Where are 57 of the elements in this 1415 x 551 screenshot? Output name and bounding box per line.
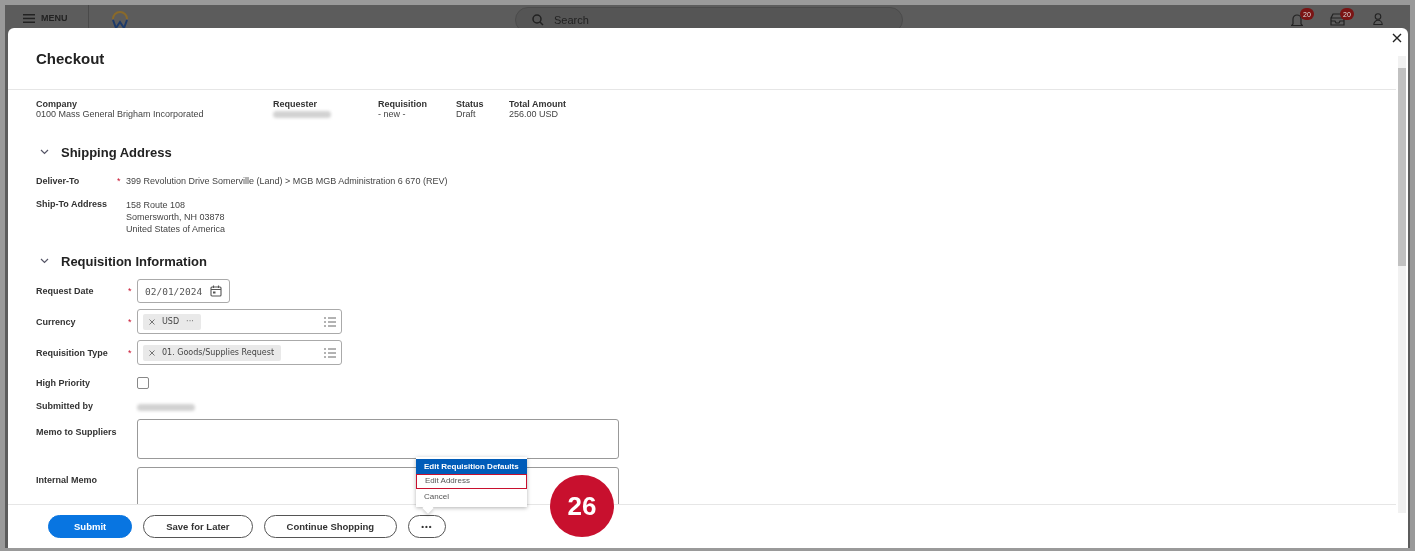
field-label: Submitted by xyxy=(36,401,94,411)
menu-item[interactable]: Edit Requisition Defaults xyxy=(416,459,527,474)
selected-tag[interactable]: USD ··· xyxy=(143,313,201,330)
scrollbar[interactable] xyxy=(1398,56,1406,513)
more-button[interactable]: ••• xyxy=(408,515,446,538)
bell-icon[interactable] xyxy=(1291,13,1303,27)
scroll-thumb[interactable] xyxy=(1398,68,1406,266)
field-label: High Priority xyxy=(36,378,91,388)
summary-label: Requester xyxy=(273,99,318,109)
section-title: Shipping Address xyxy=(61,144,172,160)
list-icon[interactable] xyxy=(324,316,336,327)
field-label: Requisition Type xyxy=(36,347,109,358)
close-icon[interactable] xyxy=(1392,33,1402,43)
menu-icon xyxy=(23,13,35,23)
checkbox[interactable] xyxy=(137,377,149,389)
calendar-icon[interactable] xyxy=(210,285,223,297)
field-label: Deliver-To xyxy=(36,176,81,186)
required-mark: * xyxy=(128,286,133,296)
field-label: Ship-To Address xyxy=(36,199,108,209)
date-field[interactable]: 02/01/2024 xyxy=(137,279,231,303)
remove-icon[interactable] xyxy=(149,318,155,325)
remove-icon[interactable] xyxy=(149,349,155,356)
action-button[interactable]: Save for Later xyxy=(143,515,253,538)
summary-label: Total Amount xyxy=(509,99,567,109)
summary-value: Draft xyxy=(456,109,477,119)
summary-value: - new - xyxy=(378,109,407,119)
menu-item[interactable]: Cancel xyxy=(416,489,527,504)
field-label: Request Date xyxy=(36,286,95,296)
field-label: Currency xyxy=(36,316,77,327)
list-icon[interactable] xyxy=(324,347,336,358)
chevron-icon[interactable] xyxy=(40,149,49,155)
action-button[interactable]: Continue Shopping xyxy=(263,515,398,538)
select-field[interactable]: USD ··· xyxy=(137,309,342,334)
required-mark: * xyxy=(128,316,133,327)
redacted-text xyxy=(273,111,331,118)
summary-label: Status xyxy=(456,99,485,109)
select-field[interactable]: 01. Goods/Supplies Request xyxy=(137,340,342,365)
summary-value: 0100 Mass General Brigham Incorporated xyxy=(36,109,205,119)
summary-label: Company xyxy=(36,99,78,109)
summary-value: 256.00 USD xyxy=(509,109,560,119)
dialog-title: Checkout xyxy=(36,50,105,67)
chevron-icon[interactable] xyxy=(40,258,49,264)
selected-tag[interactable]: 01. Goods/Supplies Request xyxy=(143,344,282,361)
field-value: 399 Revolution Drive Somerville (Land) > MGB MGB Administration 6 670 (REV) xyxy=(126,175,448,187)
redacted-text xyxy=(137,403,195,411)
submit-button[interactable]: Submit xyxy=(48,515,133,538)
address-text: 158 Route 108 Somersworth, NH 03878 United States of America xyxy=(126,199,226,235)
field-label: Memo to Suppliers xyxy=(36,426,118,437)
required-mark: * xyxy=(128,347,133,358)
menu-item[interactable]: Edit Address xyxy=(416,474,527,489)
field-label: Internal Memo xyxy=(36,474,98,485)
section-title: Requisition Information xyxy=(61,253,207,269)
user-icon[interactable] xyxy=(1373,13,1383,25)
summary-label: Requisition xyxy=(378,99,428,109)
required-mark: * xyxy=(117,176,122,186)
inbox-icon[interactable] xyxy=(1330,13,1345,26)
search-icon xyxy=(532,14,544,26)
